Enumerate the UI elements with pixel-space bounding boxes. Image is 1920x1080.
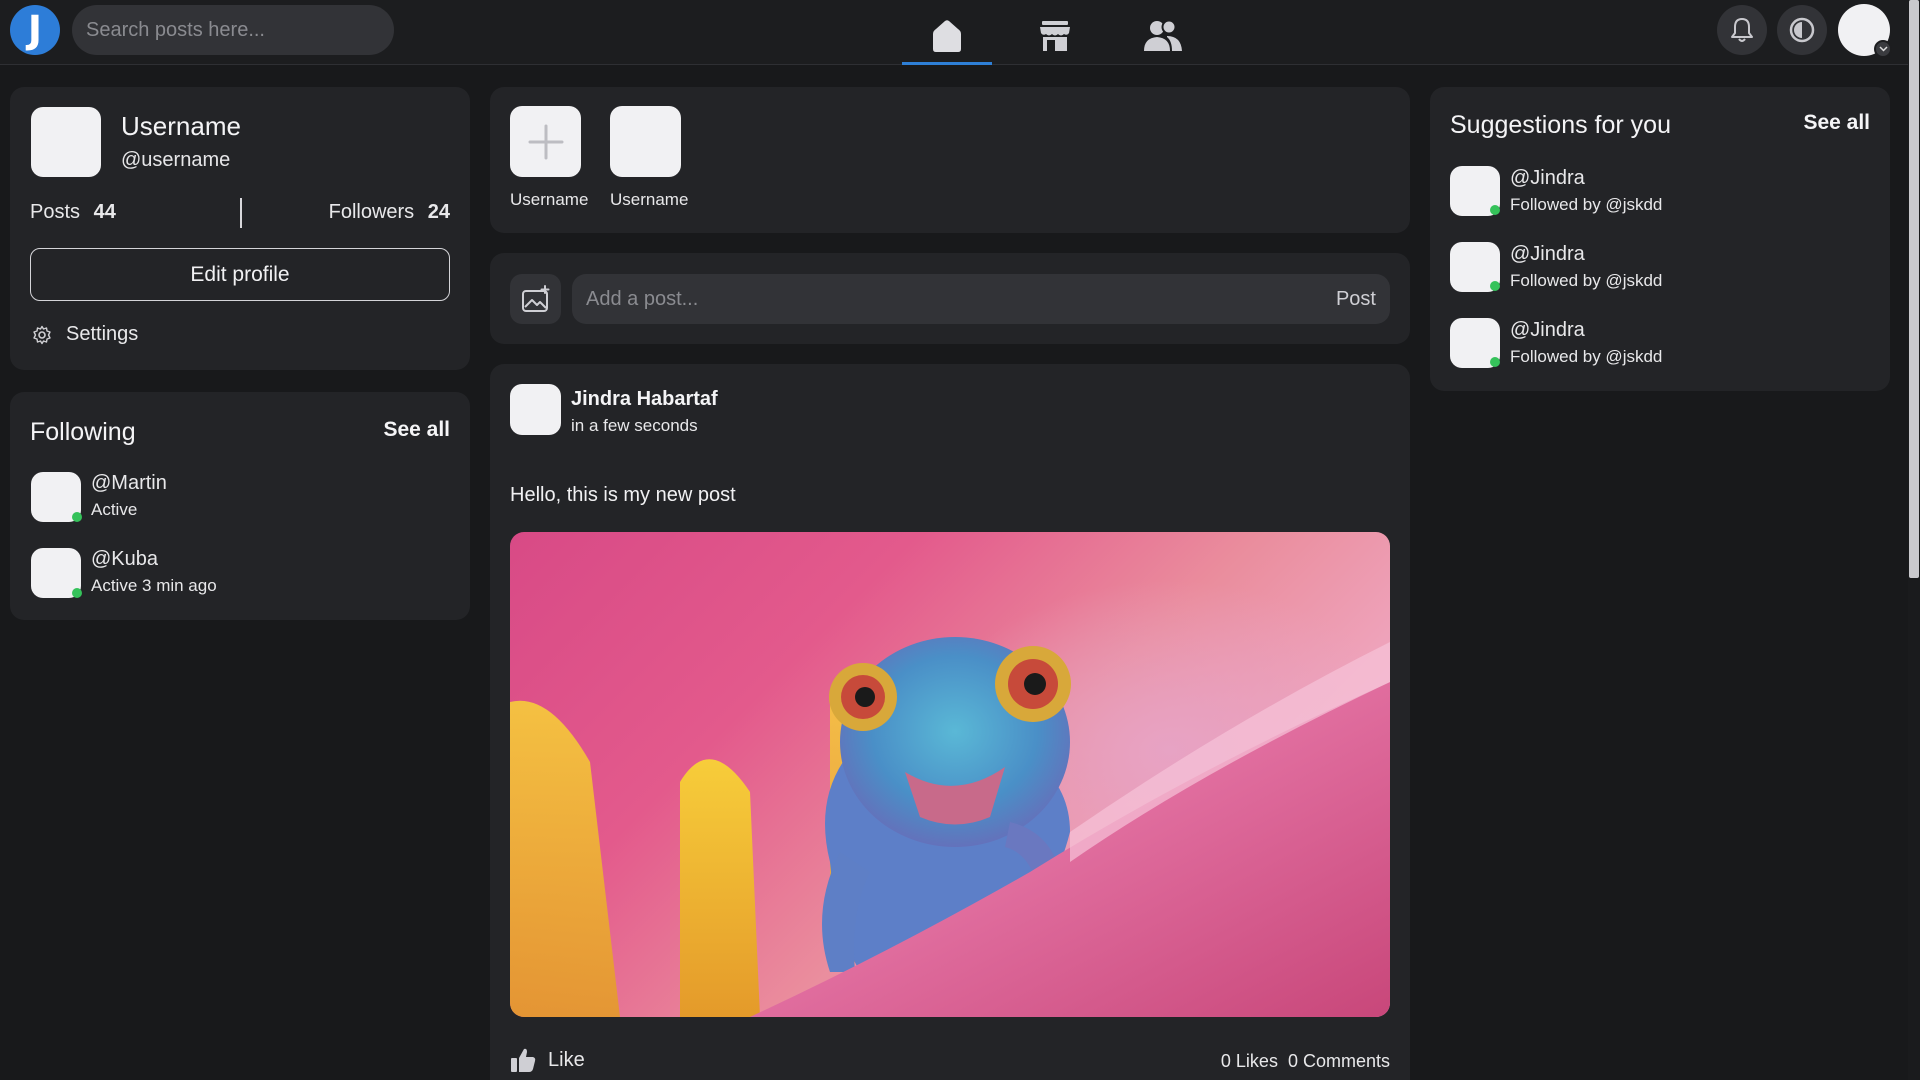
following-see-all-link[interactable]: See all xyxy=(383,418,450,442)
following-handle: @Kuba xyxy=(91,548,159,570)
followers-label: Followers xyxy=(328,201,415,223)
edit-profile-button[interactable]: Edit profile xyxy=(30,248,450,301)
suggestion-handle: @Jindra xyxy=(1510,319,1585,341)
suggestion-subtext: Followed by @jskdd xyxy=(1510,347,1663,366)
thumbs-up-icon xyxy=(511,1048,536,1072)
add-image-button[interactable] xyxy=(510,274,561,324)
suggestions-title: Suggestions for you xyxy=(1450,111,1671,139)
online-indicator xyxy=(72,512,82,522)
profile-name: Username xyxy=(121,111,241,141)
story-add-thumb xyxy=(510,106,581,177)
top-nav-bar: J xyxy=(0,0,1908,65)
following-title: Following xyxy=(30,418,136,446)
post-text: Hello, this is my new post xyxy=(510,484,736,506)
likes-count[interactable]: 0 Likes xyxy=(1221,1051,1278,1072)
suggestions-card: Suggestions for you See all @Jindra Foll… xyxy=(1430,87,1890,391)
post-image[interactable] xyxy=(510,532,1390,1017)
store-icon xyxy=(1040,21,1070,51)
theme-toggle-button[interactable] xyxy=(1777,5,1827,55)
profile-card: Username @username Posts 44 Followers 24… xyxy=(10,87,470,370)
chameleon-image xyxy=(510,637,1390,1017)
followers-count: 24 xyxy=(427,201,450,223)
post-author-name[interactable]: Jindra Habartaf xyxy=(571,388,718,411)
profile-handle: @username xyxy=(121,149,231,171)
followers-stat[interactable]: Followers 24 xyxy=(329,201,450,224)
people-icon xyxy=(1144,19,1182,51)
like-label: Like xyxy=(548,1048,585,1071)
tab-home[interactable] xyxy=(902,8,992,65)
posts-count: 44 xyxy=(93,201,116,223)
following-card: Following See all @Martin Active @Kuba A… xyxy=(10,392,470,620)
post-stats: 0 Likes 0 Comments xyxy=(1221,1051,1390,1072)
post-author-avatar[interactable] xyxy=(510,384,561,435)
scrollbar-thumb[interactable] xyxy=(1909,0,1919,578)
post-input[interactable]: Add a post... Post xyxy=(572,274,1390,324)
suggestion-handle: @Jindra xyxy=(1510,243,1585,265)
suggestions-see-all-link[interactable]: See all xyxy=(1803,111,1870,135)
post-input-placeholder: Add a post... xyxy=(586,288,699,310)
post-composer: Add a post... Post xyxy=(490,253,1410,344)
stats-divider xyxy=(240,198,242,228)
home-icon xyxy=(933,20,961,52)
user-avatar-menu[interactable] xyxy=(1838,4,1892,58)
tab-marketplace[interactable] xyxy=(1010,8,1100,64)
online-indicator xyxy=(1490,205,1500,215)
post-card: Jindra Habartaf in a few seconds Hello, … xyxy=(490,364,1410,1080)
app-logo[interactable]: J xyxy=(10,5,60,55)
story-thumb xyxy=(610,106,681,177)
notifications-button[interactable] xyxy=(1717,5,1767,55)
posts-stat: Posts 44 xyxy=(30,201,116,224)
search-input[interactable] xyxy=(72,5,394,55)
suggestion-subtext: Followed by @jskdd xyxy=(1510,195,1663,214)
post-timestamp: in a few seconds xyxy=(571,416,698,435)
suggestion-subtext: Followed by @jskdd xyxy=(1510,271,1663,290)
tab-friends[interactable] xyxy=(1118,8,1208,64)
online-indicator xyxy=(1490,357,1500,367)
theme-toggle-icon xyxy=(1789,17,1815,43)
gear-icon xyxy=(33,325,51,344)
story-label: Username xyxy=(510,190,589,209)
bell-icon xyxy=(1731,18,1753,42)
comments-count[interactable]: 0 Comments xyxy=(1288,1051,1390,1072)
online-indicator xyxy=(1490,281,1500,291)
chevron-down-icon xyxy=(1874,40,1892,58)
following-handle: @Martin xyxy=(91,472,167,494)
image-upload-icon xyxy=(521,285,549,312)
following-status: Active 3 min ago xyxy=(91,576,217,595)
online-indicator xyxy=(72,588,82,598)
like-button[interactable]: Like xyxy=(510,1047,585,1073)
plus-icon xyxy=(528,124,563,159)
story-label: Username xyxy=(610,190,689,209)
profile-avatar[interactable] xyxy=(31,107,101,177)
post-submit-button[interactable]: Post xyxy=(1336,288,1376,311)
settings-label: Settings xyxy=(66,323,139,345)
suggestion-handle: @Jindra xyxy=(1510,167,1585,189)
settings-link[interactable]: Settings xyxy=(32,323,138,346)
posts-label: Posts xyxy=(30,201,81,223)
following-status: Active xyxy=(91,500,138,519)
stories-card: Username Username xyxy=(490,87,1410,233)
